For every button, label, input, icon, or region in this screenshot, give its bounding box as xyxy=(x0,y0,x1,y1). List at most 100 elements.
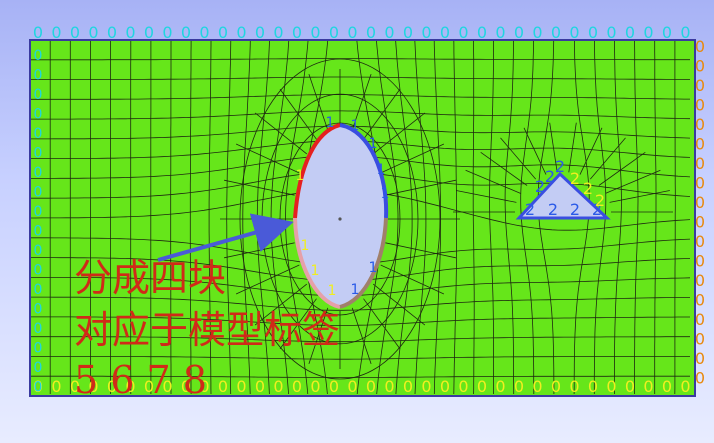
boundary-label-top: 0 xyxy=(51,23,61,42)
boundary-label-left: 0 xyxy=(34,321,43,337)
ellipse-edge-label: 1 xyxy=(301,238,310,254)
boundary-label-left: 0 xyxy=(34,282,43,298)
boundary-label-top: 0 xyxy=(236,23,246,42)
boundary-label-top: 0 xyxy=(532,23,542,42)
boundary-label-top: 0 xyxy=(218,23,228,42)
boundary-label-right: 0 xyxy=(695,76,705,95)
ellipse-edge-label: 1 xyxy=(328,283,337,299)
boundary-label-bottom: 0 xyxy=(273,377,283,396)
boundary-label-top: 0 xyxy=(643,23,653,42)
boundary-label-bottom: 0 xyxy=(236,377,246,396)
boundary-label-left: 0 xyxy=(34,107,43,123)
boundary-label-top: 0 xyxy=(366,23,376,42)
boundary-label-left: 0 xyxy=(34,224,43,240)
boundary-label-top: 0 xyxy=(403,23,413,42)
boundary-label-left: 0 xyxy=(34,185,43,201)
boundary-label-right: 0 xyxy=(695,330,705,349)
boundary-label-left: 0 xyxy=(34,165,43,181)
boundary-label-right: 0 xyxy=(695,115,705,134)
boundary-label-top: 0 xyxy=(255,23,265,42)
boundary-label-top: 0 xyxy=(477,23,487,42)
boundary-label-top: 0 xyxy=(588,23,598,42)
boundary-label-bottom: 0 xyxy=(458,377,468,396)
boundary-label-top: 0 xyxy=(33,23,43,42)
boundary-label-bottom: 0 xyxy=(606,377,616,396)
boundary-label-top: 0 xyxy=(680,23,690,42)
boundary-label-bottom: 0 xyxy=(662,377,672,396)
boundary-label-left: 0 xyxy=(34,48,43,64)
boundary-label-top: 0 xyxy=(662,23,672,42)
boundary-label-bottom: 0 xyxy=(329,377,339,396)
triangle-edge-label: 2 xyxy=(583,179,593,198)
boundary-label-left: 0 xyxy=(34,360,43,376)
boundary-label-left: 0 xyxy=(34,263,43,279)
boundary-label-left: 0 xyxy=(34,68,43,84)
boundary-label-top: 0 xyxy=(458,23,468,42)
boundary-label-top: 0 xyxy=(125,23,135,42)
boundary-label-bottom: 0 xyxy=(403,377,413,396)
boundary-label-right: 0 xyxy=(695,193,705,212)
boundary-label-top: 0 xyxy=(70,23,80,42)
annotation-line-2: 对应于模型标签 xyxy=(74,308,341,352)
ellipse-edge-label: 1 xyxy=(381,186,390,202)
triangle-edge-label: 2 xyxy=(570,169,580,188)
triangle-edge-label: 2 xyxy=(545,167,555,186)
triangle-edge-label: 2 xyxy=(548,200,558,219)
boundary-label-left: 0 xyxy=(34,146,43,162)
boundary-label-top: 0 xyxy=(107,23,117,42)
boundary-label-top: 0 xyxy=(606,23,616,42)
boundary-label-bottom: 0 xyxy=(384,377,394,396)
boundary-label-top: 0 xyxy=(421,23,431,42)
boundary-label-bottom: 0 xyxy=(643,377,653,396)
boundary-label-bottom: 0 xyxy=(347,377,357,396)
boundary-label-top: 0 xyxy=(625,23,635,42)
ellipse-edge-label: 1 xyxy=(296,168,305,184)
boundary-label-right: 0 xyxy=(695,369,705,388)
boundary-label-top: 0 xyxy=(495,23,505,42)
boundary-label-bottom: 0 xyxy=(680,377,690,396)
boundary-label-top: 0 xyxy=(440,23,450,42)
boundary-label-top: 0 xyxy=(199,23,209,42)
boundary-label-bottom: 0 xyxy=(310,377,320,396)
ellipse-edge-label: 1 xyxy=(326,115,335,131)
boundary-label-right: 0 xyxy=(695,310,705,329)
boundary-label-right: 0 xyxy=(695,213,705,232)
boundary-label-left: 0 xyxy=(34,243,43,259)
boundary-label-top: 0 xyxy=(292,23,302,42)
boundary-label-right: 0 xyxy=(695,96,705,115)
boundary-label-bottom: 0 xyxy=(477,377,487,396)
boundary-label-bottom: 0 xyxy=(366,377,376,396)
boundary-label-bottom: 0 xyxy=(51,377,61,396)
triangle-edge-label: 2 xyxy=(535,177,545,196)
boundary-label-right: 0 xyxy=(695,271,705,290)
boundary-label-bottom: 0 xyxy=(292,377,302,396)
triangle-edge-label: 2 xyxy=(555,157,565,176)
boundary-label-top: 0 xyxy=(551,23,561,42)
boundary-label-left: 0 xyxy=(34,302,43,318)
boundary-label-top: 0 xyxy=(384,23,394,42)
annotation-line-1: 分成四块 xyxy=(74,256,227,300)
boundary-label-top: 0 xyxy=(144,23,154,42)
boundary-label-bottom: 0 xyxy=(495,377,505,396)
boundary-label-right: 0 xyxy=(695,349,705,368)
triangle-edge-label: 2 xyxy=(595,191,605,210)
triangle-edge-label: 2 xyxy=(570,200,580,219)
boundary-label-left: 0 xyxy=(34,126,43,142)
boundary-label-right: 0 xyxy=(695,154,705,173)
ellipse-edge-label: 1 xyxy=(369,260,378,276)
boundary-label-bottom: 0 xyxy=(440,377,450,396)
boundary-label-bottom: 0 xyxy=(421,377,431,396)
mesh-line xyxy=(674,40,676,395)
boundary-label-top: 0 xyxy=(569,23,579,42)
boundary-label-left: 0 xyxy=(34,87,43,103)
ellipse-edge-label: 1 xyxy=(311,263,320,279)
boundary-label-right: 0 xyxy=(695,135,705,154)
boundary-label-right: 0 xyxy=(695,174,705,193)
boundary-label-bottom: 0 xyxy=(551,377,561,396)
boundary-label-top: 0 xyxy=(162,23,172,42)
boundary-label-right: 0 xyxy=(695,252,705,271)
ellipse-edge-label: 1 xyxy=(377,162,386,178)
boundary-label-bottom: 0 xyxy=(255,377,265,396)
boundary-label-top: 0 xyxy=(329,23,339,42)
boundary-label-top: 0 xyxy=(181,23,191,42)
